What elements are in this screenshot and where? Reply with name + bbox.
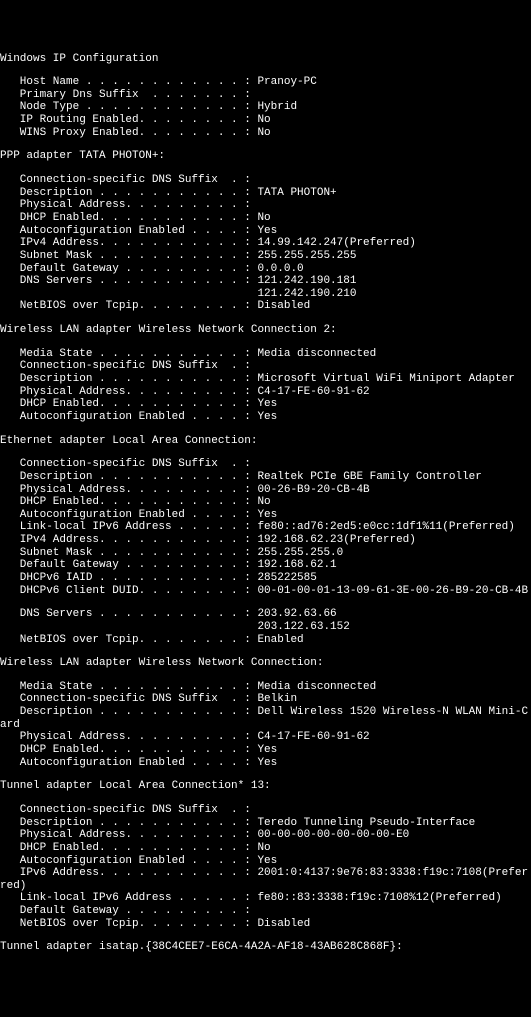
output-line: Physical Address. . . . . . . . . : C4-1… (0, 386, 531, 399)
output-line: DHCPv6 Client DUID. . . . . . . . : 00-0… (0, 585, 531, 598)
output-line: Description . . . . . . . . . . . : TATA… (0, 187, 531, 200)
output-line: Ethernet adapter Local Area Connection: (0, 435, 531, 448)
blank-line (0, 313, 531, 324)
output-line: Connection-specific DNS Suffix . : (0, 804, 531, 817)
output-line: Default Gateway . . . . . . . . . : 0.0.… (0, 263, 531, 276)
output-line: Autoconfiguration Enabled . . . . : Yes (0, 757, 531, 770)
output-line: Description . . . . . . . . . . . : Micr… (0, 373, 531, 386)
output-line: red) (0, 880, 531, 893)
output-line: Physical Address. . . . . . . . . : 00-0… (0, 829, 531, 842)
output-line: DHCP Enabled. . . . . . . . . . . : Yes (0, 744, 531, 757)
output-line: Default Gateway . . . . . . . . . : 192.… (0, 559, 531, 572)
blank-line (0, 337, 531, 348)
output-line: Autoconfiguration Enabled . . . . : Yes (0, 225, 531, 238)
blank-line (0, 139, 531, 150)
blank-line (0, 930, 531, 941)
output-line: Media State . . . . . . . . . . . : Medi… (0, 681, 531, 694)
blank-line (0, 646, 531, 657)
output-line: NetBIOS over Tcpip. . . . . . . . : Enab… (0, 634, 531, 647)
output-line: Description . . . . . . . . . . . : Tere… (0, 817, 531, 830)
output-line: NetBIOS over Tcpip. . . . . . . . : Disa… (0, 918, 531, 931)
output-line: Subnet Mask . . . . . . . . . . . : 255.… (0, 250, 531, 263)
output-line: IPv6 Address. . . . . . . . . . . : 2001… (0, 867, 531, 880)
blank-line (0, 163, 531, 174)
output-line: Link-local IPv6 Address . . . . . : fe80… (0, 521, 531, 534)
output-line: Tunnel adapter isatap.{38C4CEE7-E6CA-4A2… (0, 941, 531, 954)
output-line: Physical Address. . . . . . . . . : C4-1… (0, 731, 531, 744)
output-line: DHCP Enabled. . . . . . . . . . . : No (0, 842, 531, 855)
blank-line (0, 597, 531, 608)
blank-line (0, 769, 531, 780)
output-line: Default Gateway . . . . . . . . . : (0, 905, 531, 918)
output-line: ard (0, 719, 531, 732)
output-line: Description . . . . . . . . . . . : Real… (0, 471, 531, 484)
output-line: Autoconfiguration Enabled . . . . : Yes (0, 509, 531, 522)
blank-line (0, 424, 531, 435)
output-line: 203.122.63.152 (0, 621, 531, 634)
output-line: 121.242.190.210 (0, 288, 531, 301)
output-line: Autoconfiguration Enabled . . . . : Yes (0, 411, 531, 424)
blank-line (0, 793, 531, 804)
output-line: DHCP Enabled. . . . . . . . . . . : No (0, 212, 531, 225)
output-line: Connection-specific DNS Suffix . : (0, 360, 531, 373)
blank-line (0, 65, 531, 76)
output-line: IPv4 Address. . . . . . . . . . . : 14.9… (0, 237, 531, 250)
output-line: Primary Dns Suffix . . . . . . . : (0, 89, 531, 102)
output-line: Autoconfiguration Enabled . . . . : Yes (0, 855, 531, 868)
output-line: Tunnel adapter Local Area Connection* 13… (0, 780, 531, 793)
output-line: Link-local IPv6 Address . . . . . : fe80… (0, 892, 531, 905)
output-line: Physical Address. . . . . . . . . : 00-2… (0, 484, 531, 497)
output-line: NetBIOS over Tcpip. . . . . . . . : Disa… (0, 300, 531, 313)
output-line: Node Type . . . . . . . . . . . . : Hybr… (0, 101, 531, 114)
output-line: DHCP Enabled. . . . . . . . . . . : No (0, 496, 531, 509)
output-line: Host Name . . . . . . . . . . . . : Pran… (0, 76, 531, 89)
output-line: Windows IP Configuration (0, 53, 531, 66)
blank-line (0, 670, 531, 681)
output-line: Description . . . . . . . . . . . : Dell… (0, 706, 531, 719)
output-line: WINS Proxy Enabled. . . . . . . . : No (0, 127, 531, 140)
output-line: Connection-specific DNS Suffix . : Belki… (0, 693, 531, 706)
output-line: DHCPv6 IAID . . . . . . . . . . . : 2852… (0, 572, 531, 585)
output-line: PPP adapter TATA PHOTON+: (0, 150, 531, 163)
output-line: IP Routing Enabled. . . . . . . . : No (0, 114, 531, 127)
output-line: Physical Address. . . . . . . . . : (0, 199, 531, 212)
ipconfig-output: Windows IP Configuration Host Name . . .… (0, 53, 531, 954)
output-line: Wireless LAN adapter Wireless Network Co… (0, 324, 531, 337)
output-line: IPv4 Address. . . . . . . . . . . : 192.… (0, 534, 531, 547)
output-line: Connection-specific DNS Suffix . : (0, 458, 531, 471)
output-line: Media State . . . . . . . . . . . : Medi… (0, 348, 531, 361)
output-line: DNS Servers . . . . . . . . . . . : 121.… (0, 275, 531, 288)
output-line: DNS Servers . . . . . . . . . . . : 203.… (0, 608, 531, 621)
output-line: Connection-specific DNS Suffix . : (0, 174, 531, 187)
output-line: DHCP Enabled. . . . . . . . . . . : Yes (0, 398, 531, 411)
blank-line (0, 447, 531, 458)
output-line: Wireless LAN adapter Wireless Network Co… (0, 657, 531, 670)
output-line: Subnet Mask . . . . . . . . . . . : 255.… (0, 547, 531, 560)
